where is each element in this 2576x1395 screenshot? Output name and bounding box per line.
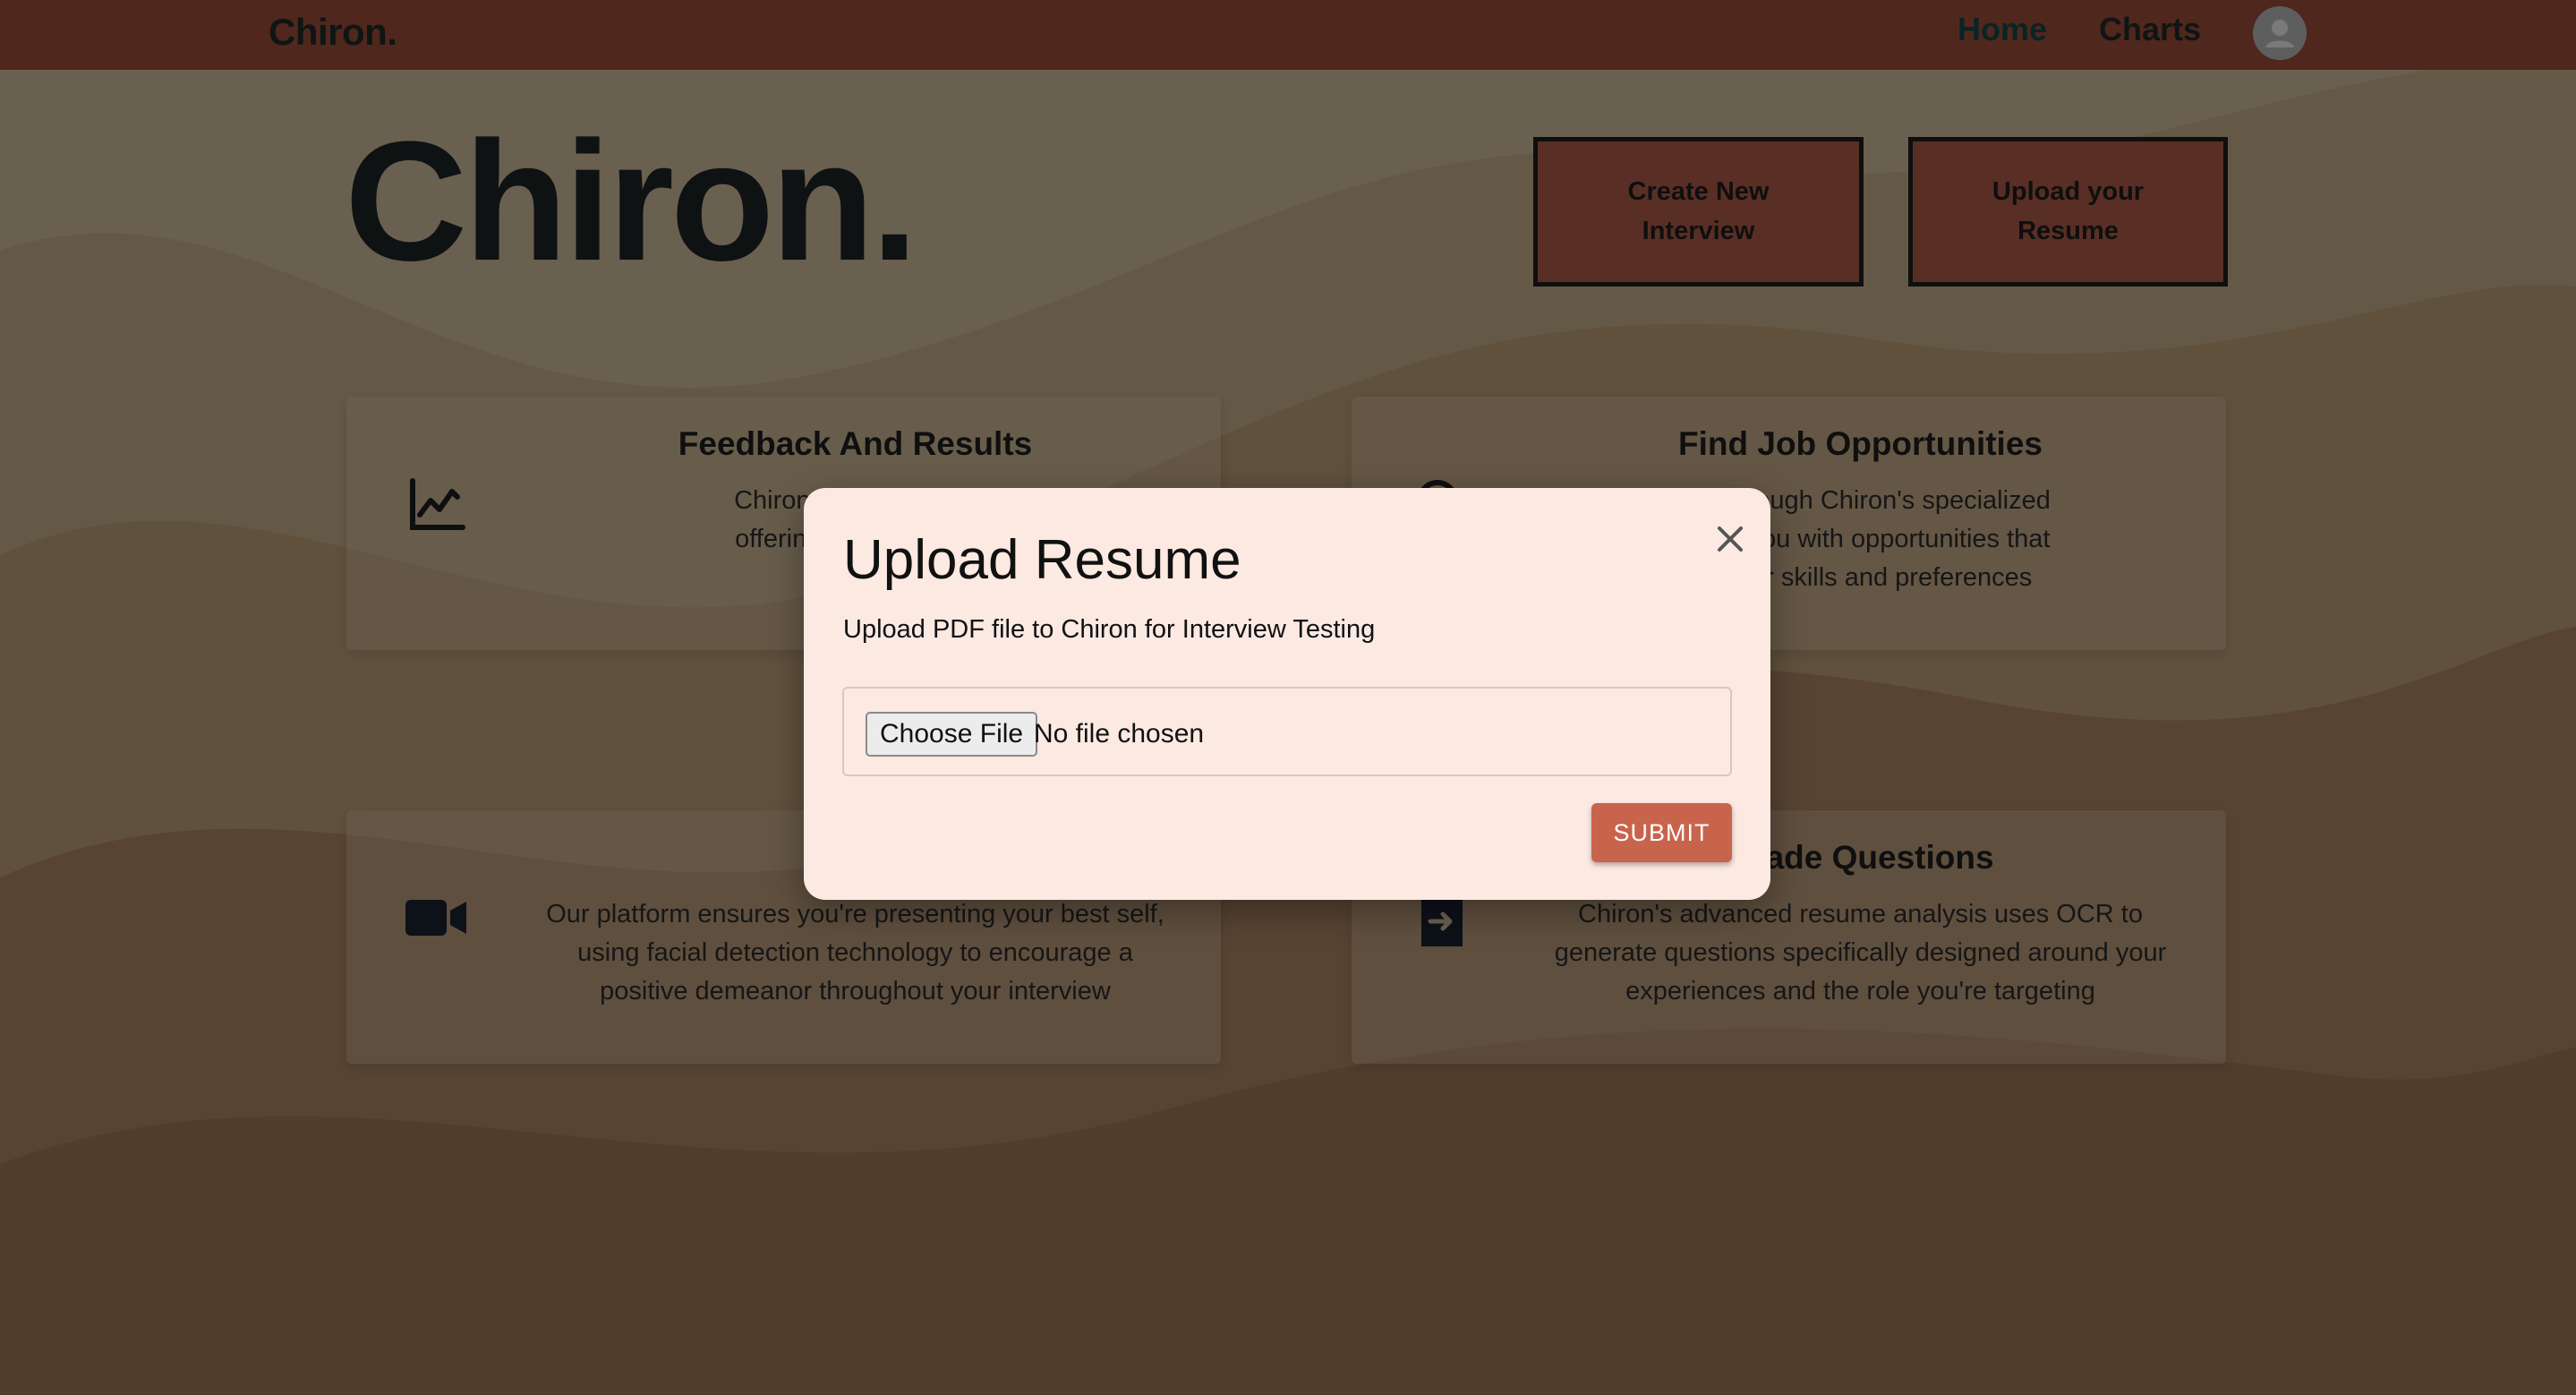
file-status-text: No file chosen: [1034, 719, 1205, 749]
choose-file-button[interactable]: Choose File: [866, 712, 1038, 757]
upload-resume-dialog: Upload Resume Upload PDF file to Chiron …: [804, 488, 1770, 900]
file-input-container: Choose File No file chosen: [842, 687, 1732, 776]
modal-title: Upload Resume: [843, 529, 1241, 591]
close-icon[interactable]: [1706, 515, 1754, 563]
modal-subtitle: Upload PDF file to Chiron for Interview …: [843, 615, 1376, 644]
submit-button[interactable]: SUBMIT: [1591, 803, 1732, 862]
